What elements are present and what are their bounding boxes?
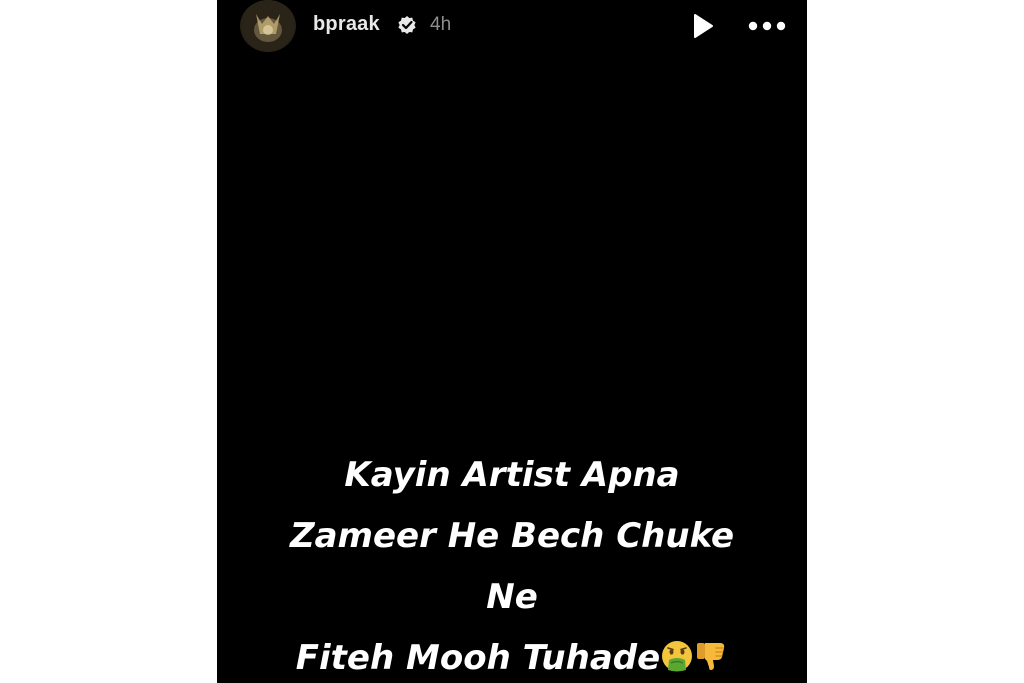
caption-line-3: Ne xyxy=(486,577,538,617)
story-caption: Kayin Artist Apna Zameer He Bech Chuke N… xyxy=(217,445,807,683)
play-button[interactable] xyxy=(687,11,717,41)
avatar-image xyxy=(242,0,294,52)
story-timestamp: 4h xyxy=(430,14,452,35)
play-icon xyxy=(694,14,713,38)
caption-line-4: Fiteh Mooh Tuhade xyxy=(217,628,807,683)
caption-line-1: Kayin Artist Apna xyxy=(344,455,680,495)
caption-line-4-text: Fiteh Mooh Tuhade xyxy=(295,638,661,678)
thumbs-down-icon xyxy=(697,643,725,670)
caption-line-2: Zameer He Bech Chuke xyxy=(289,516,735,556)
more-options-icon xyxy=(748,21,786,31)
page: bpraak 4h Kayin Artist Apna Zameer He Be… xyxy=(0,0,1024,683)
more-options-button[interactable] xyxy=(745,13,789,39)
story-viewer[interactable]: bpraak 4h Kayin Artist Apna Zameer He Be… xyxy=(217,0,807,683)
story-header: bpraak 4h xyxy=(217,0,807,52)
nauseated-face-icon xyxy=(662,641,693,672)
avatar[interactable] xyxy=(240,0,296,52)
story-username[interactable]: bpraak xyxy=(313,13,380,36)
verified-badge-icon xyxy=(398,16,416,34)
